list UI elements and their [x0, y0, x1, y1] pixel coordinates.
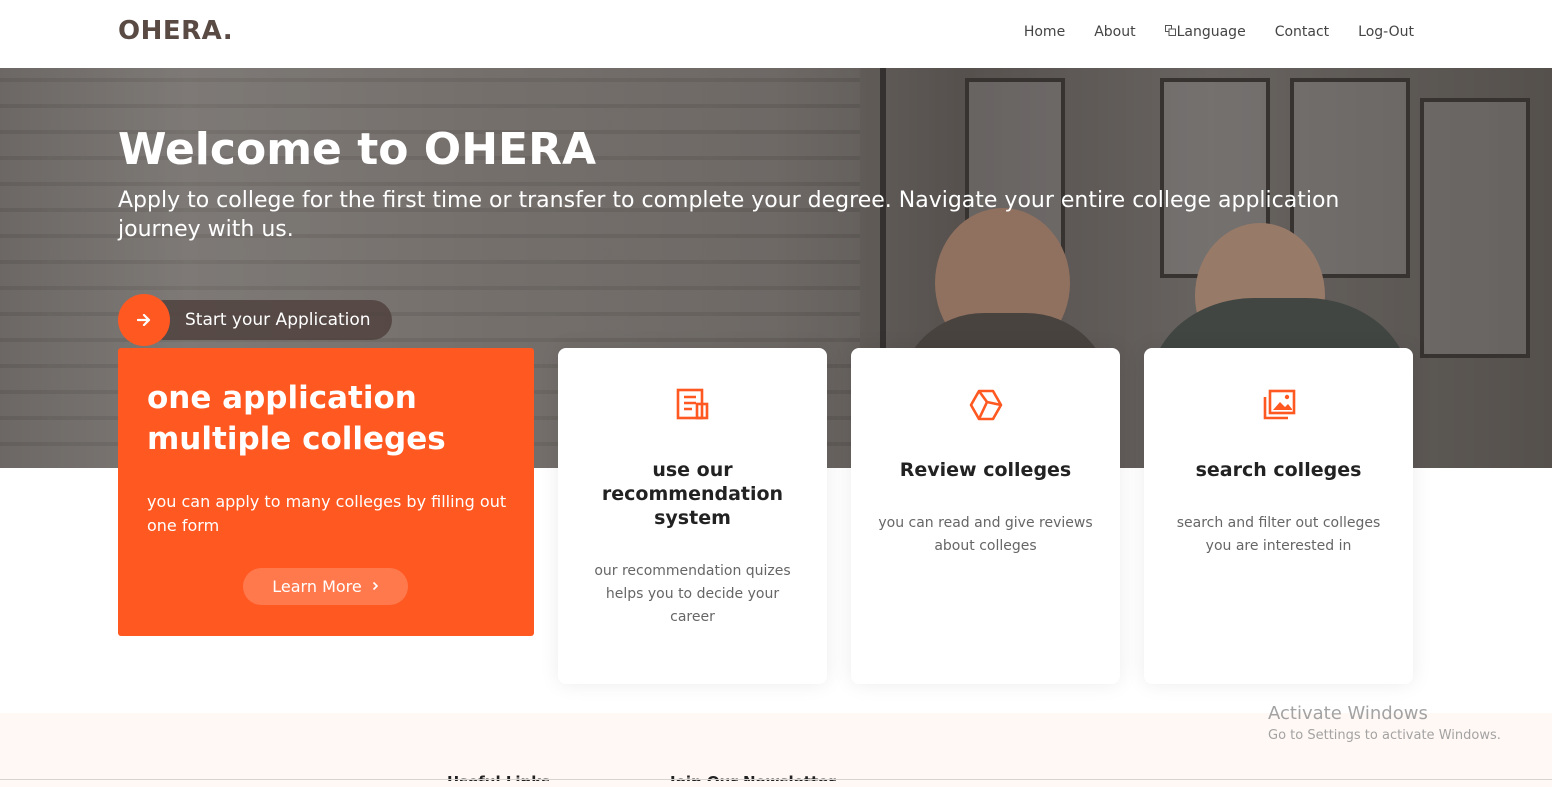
feature-text: you can apply to many colleges by fillin… — [147, 492, 507, 535]
nav-contact-label: Contact — [1274, 24, 1330, 40]
site-header: OHERA. Home About Language Contact Log-O… — [0, 0, 1552, 68]
nav-language[interactable]: Language — [1164, 24, 1246, 40]
site-logo[interactable]: OHERA. — [118, 16, 233, 46]
cube-icon — [851, 388, 1120, 422]
hero-subtitle: Apply to college for the first time or t… — [118, 188, 1340, 242]
card-search-colleges[interactable]: search colleges search and filter out co… — [1144, 348, 1413, 684]
document-icon — [558, 388, 827, 420]
card-recommendation[interactable]: use our recommendation system our recomm… — [558, 348, 827, 684]
site-footer: Useful Links Join Our Newsletter — [0, 713, 1552, 787]
translate-icon — [1164, 25, 1176, 39]
activate-windows-text: Go to Settings to activate Windows. — [1268, 728, 1501, 743]
card-title: Review colleges — [899, 459, 1072, 481]
start-application-label: Start your Application — [144, 300, 392, 340]
card-text: you can read and give reviews about coll… — [878, 515, 1093, 554]
learn-more-button[interactable]: Learn More — [243, 568, 408, 605]
footer-divider — [0, 779, 1552, 780]
feature-box: one application multiple colleges you ca… — [118, 348, 534, 636]
card-title: search colleges — [1195, 459, 1362, 481]
hero-title: Welcome to OHERA — [118, 124, 597, 175]
activate-windows-title: Activate Windows — [1268, 703, 1428, 724]
chevron-right-icon — [372, 580, 379, 594]
nav-logout[interactable]: Log-Out — [1358, 24, 1414, 40]
nav-about[interactable]: About — [1094, 24, 1135, 40]
nav-contact[interactable]: Contact — [1275, 24, 1329, 40]
nav-home[interactable]: Home — [1024, 24, 1065, 40]
nav-logout-label: Log-Out — [1358, 24, 1414, 40]
nav-about-label: About — [1094, 24, 1136, 40]
card-title: use our recommendation system — [601, 459, 784, 529]
feature-title: one application multiple colleges — [147, 380, 446, 457]
card-text: search and filter out colleges you are i… — [1176, 515, 1381, 554]
card-text: our recommendation quizes helps you to d… — [594, 563, 791, 625]
nav-language-label: Language — [1176, 24, 1246, 40]
card-review-colleges[interactable]: Review colleges you can read and give re… — [851, 348, 1120, 684]
nav-home-label: Home — [1023, 24, 1066, 40]
learn-more-label: Learn More — [272, 577, 362, 596]
main-nav: Home About Language Contact Log-Out — [1024, 24, 1414, 40]
images-icon — [1144, 388, 1413, 422]
start-application-button[interactable]: Start your Application — [118, 294, 392, 346]
arrow-right-icon — [118, 294, 170, 346]
